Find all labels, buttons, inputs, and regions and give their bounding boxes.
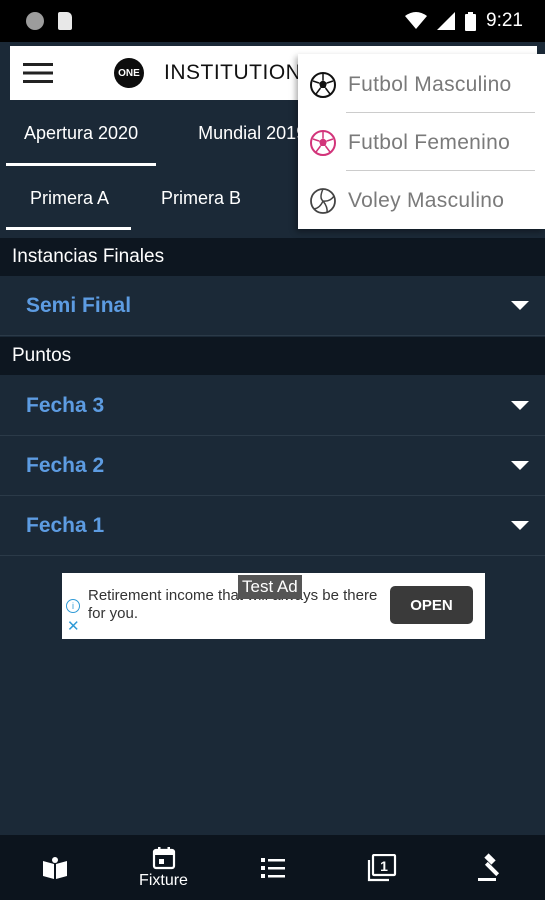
ranking-icon: 1 <box>367 853 396 881</box>
expandable-row-fecha-3[interactable]: Fecha 3 <box>0 376 545 436</box>
calendar-icon <box>152 846 175 869</box>
chevron-down-icon <box>511 461 529 470</box>
menu-item-futbol-femenino[interactable]: Futbol Femenino <box>298 114 545 172</box>
menu-divider <box>346 112 535 113</box>
cell-signal-icon <box>437 12 456 30</box>
bottom-navigation: Fixture 1 <box>0 835 545 900</box>
app-logo: ONE <box>114 58 144 88</box>
test-ad-label: Test Ad <box>238 575 302 599</box>
status-bar: 9:21 <box>0 0 545 42</box>
nav-item-ranking[interactable]: 1 <box>332 835 432 900</box>
row-label: Semi Final <box>26 293 132 317</box>
nav-item-book[interactable] <box>5 835 105 900</box>
hamburger-icon <box>23 63 53 83</box>
expandable-row-fecha-2[interactable]: Fecha 2 <box>0 436 545 496</box>
list-icon <box>260 857 285 878</box>
chevron-down-icon <box>511 301 529 310</box>
section-title: Instancias Finales <box>12 246 165 267</box>
expandable-row-semi-final[interactable]: Semi Final <box>0 276 545 336</box>
volleyball-icon <box>310 188 336 214</box>
row-label: Fecha 1 <box>26 513 105 537</box>
section-title: Puntos <box>12 345 72 366</box>
tab-apertura-2020[interactable]: Apertura 2020 <box>0 100 157 166</box>
chevron-down-icon <box>511 401 529 410</box>
soccer-ball-pink-icon <box>310 130 336 156</box>
menu-item-label: Voley Masculino <box>348 189 505 212</box>
sport-dropdown-menu: Futbol Masculino Futbol Femenino Voley M… <box>298 54 545 229</box>
ad-open-button[interactable]: OPEN <box>390 586 473 624</box>
nav-label: Fixture <box>139 871 188 889</box>
tab-mundial-2019[interactable]: Mundial 2019 <box>174 100 306 166</box>
ad-close-icon[interactable]: ✕ <box>67 617 80 635</box>
menu-item-label: Futbol Masculino <box>348 73 512 96</box>
row-label: Fecha 3 <box>26 393 105 417</box>
sd-card-icon <box>58 12 72 30</box>
nav-item-fixture[interactable]: Fixture <box>114 835 214 900</box>
status-time: 9:21 <box>486 10 523 31</box>
nav-item-gavel[interactable] <box>441 835 541 900</box>
gavel-icon <box>477 852 499 881</box>
hamburger-menu-button[interactable] <box>10 46 66 100</box>
section-header-finals: Instancias Finales <box>0 238 545 276</box>
tab-primera-a[interactable]: Primera A <box>5 168 132 232</box>
svg-text:1: 1 <box>380 858 388 874</box>
ad-info-icon[interactable]: i <box>66 599 80 613</box>
tab-primera-b[interactable]: Primera B <box>161 168 241 232</box>
menu-item-futbol-masculino[interactable]: Futbol Masculino <box>298 56 545 114</box>
book-icon <box>42 856 67 879</box>
wifi-icon <box>405 12 428 29</box>
soccer-ball-icon <box>310 72 336 98</box>
battery-icon <box>465 11 477 31</box>
notification-dot-icon <box>26 12 44 30</box>
menu-divider <box>346 170 535 171</box>
menu-item-voley-masculino[interactable]: Voley Masculino <box>298 172 545 230</box>
row-label: Fecha 2 <box>26 453 105 477</box>
chevron-down-icon <box>511 521 529 530</box>
section-header-points: Puntos <box>0 337 545 375</box>
app-title: INSTITUTION <box>164 61 302 84</box>
nav-item-list[interactable] <box>223 835 323 900</box>
expandable-row-fecha-1[interactable]: Fecha 1 <box>0 496 545 556</box>
menu-item-label: Futbol Femenino <box>348 131 511 154</box>
